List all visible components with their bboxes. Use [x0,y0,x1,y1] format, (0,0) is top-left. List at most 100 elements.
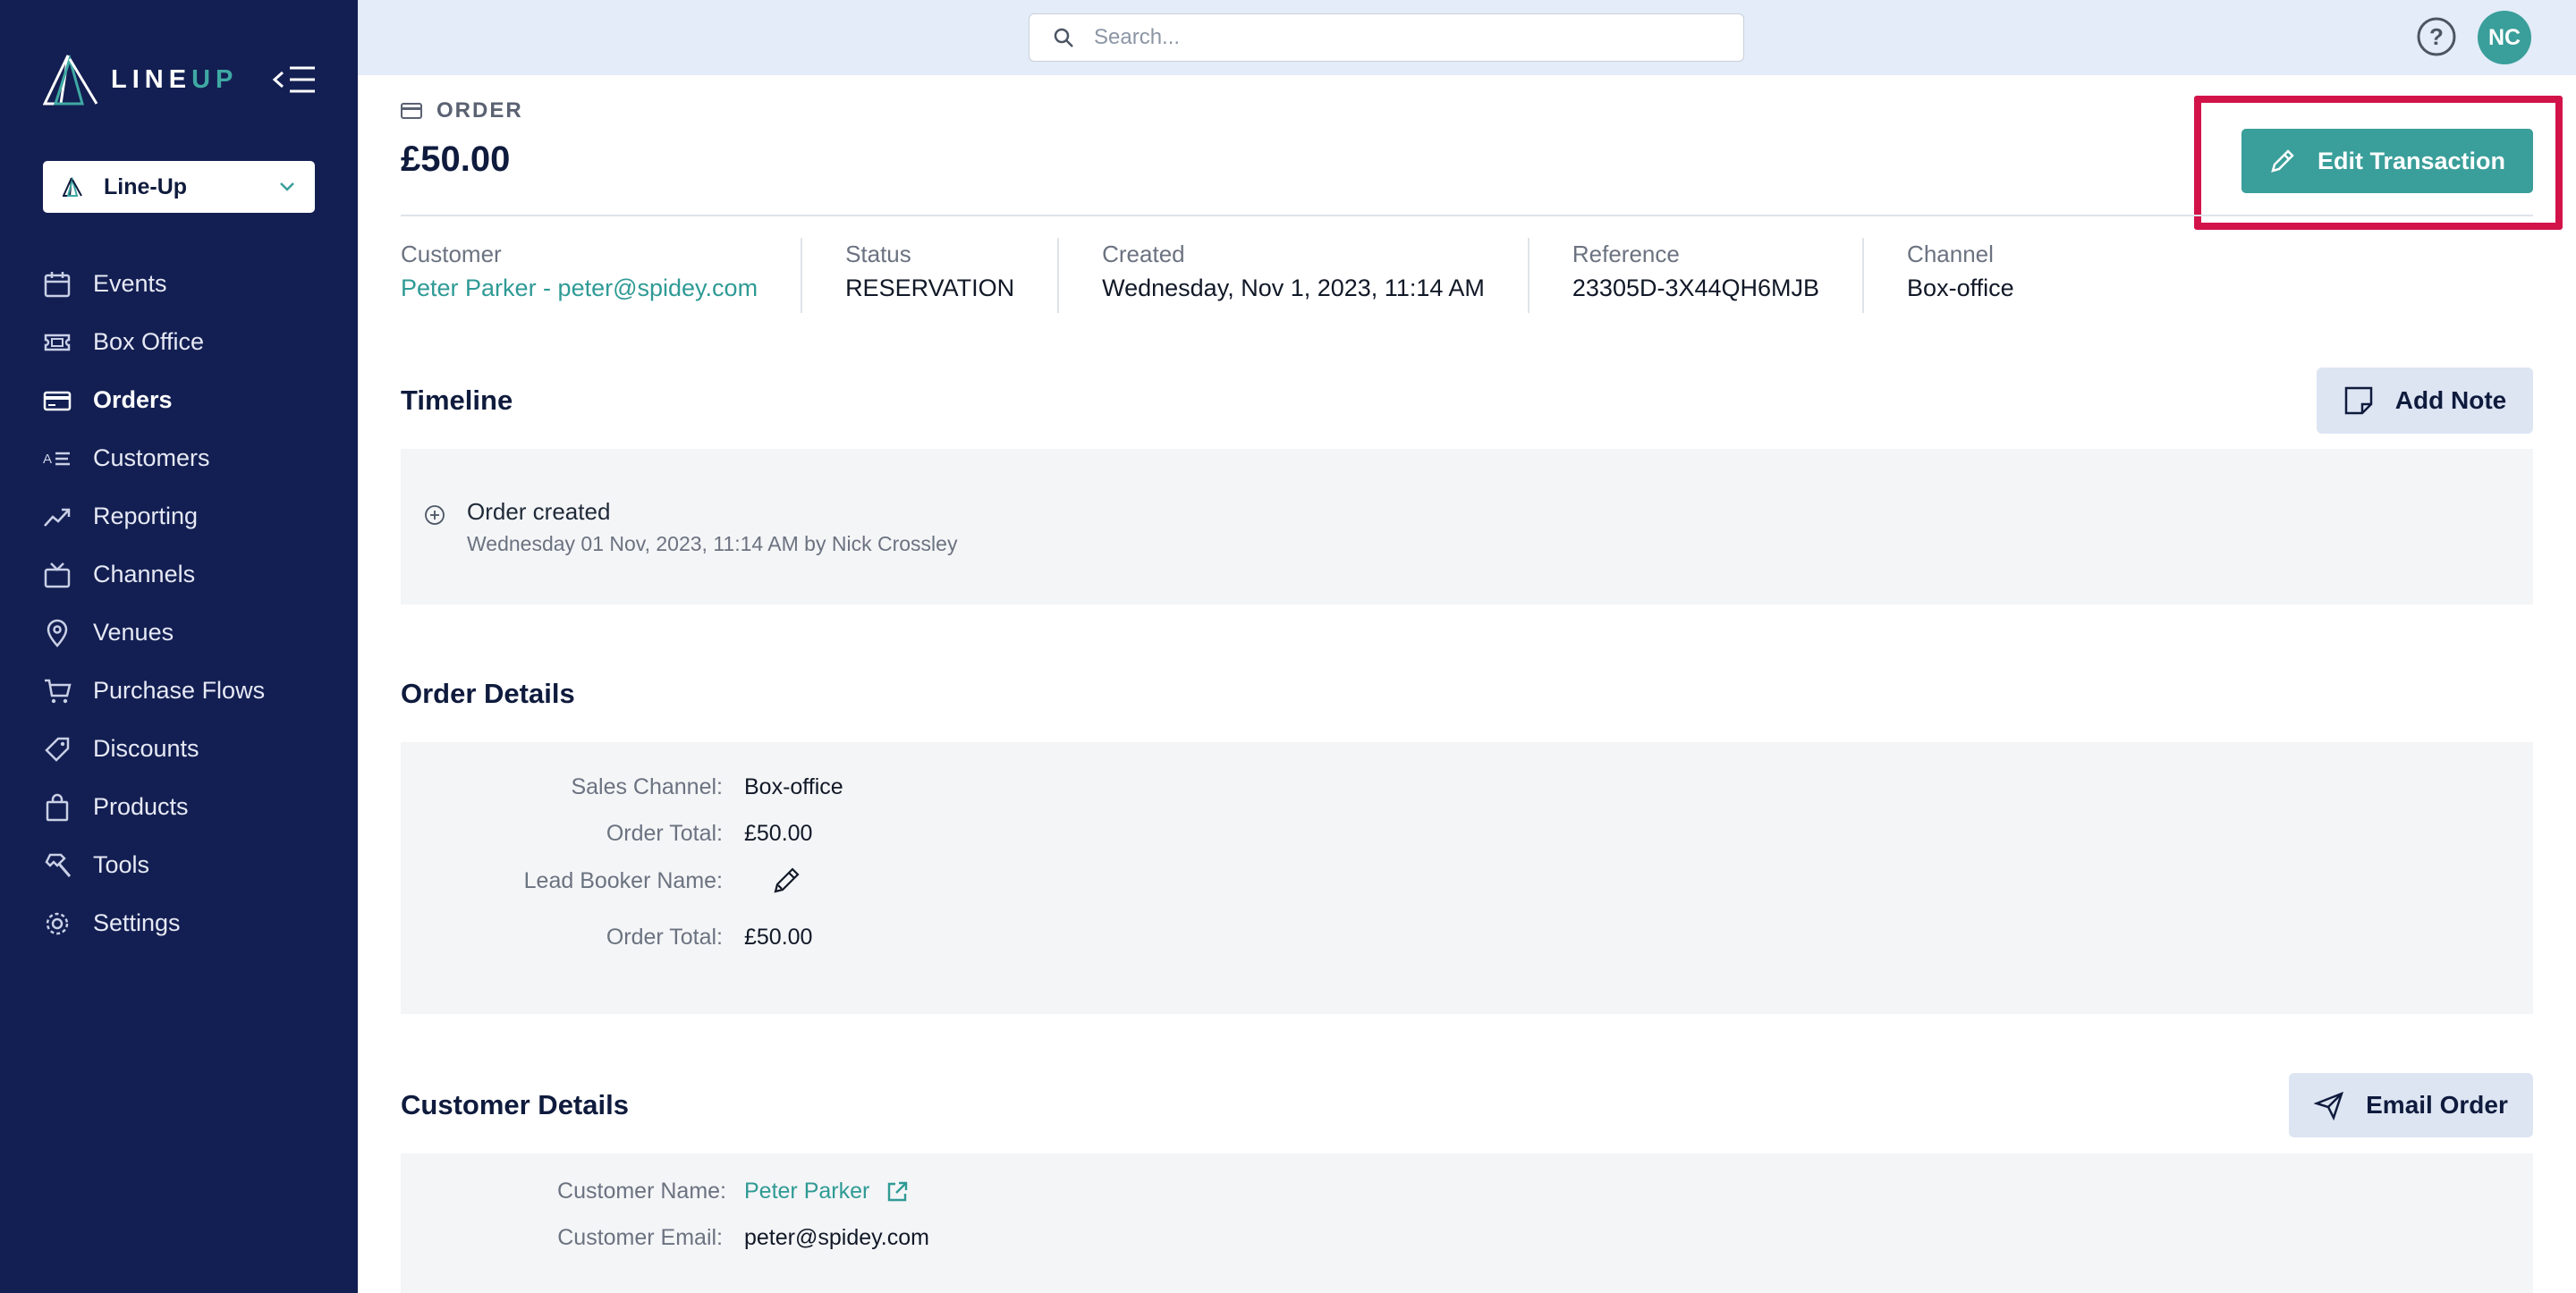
meta-reference: Reference 23305D-3X44QH6MJB [1527,238,1862,313]
meta-created-label: Created [1102,241,1185,267]
meta-reference-label: Reference [1572,241,1680,267]
edit-lead-booker-icon[interactable] [771,866,801,896]
order-amount: £50.00 [401,139,511,179]
order-meta: Customer Peter Parker - peter@spidey.com… [401,238,2057,313]
add-note-label: Add Note [2394,386,2507,414]
calendar-icon [44,271,71,297]
nav-item-reporting[interactable]: Reporting [43,487,338,545]
meta-status: Status RESERVATION [801,238,1057,313]
channel-value: Box-office [1907,275,2014,301]
search-box[interactable] [1029,13,1744,62]
meta-channel-label: Channel [1907,241,1994,267]
card-icon [401,103,422,119]
customer-name-link[interactable]: Peter Parker [744,1179,869,1204]
nav-item-events[interactable]: Events [43,255,338,313]
timeline-entry: Order created Wednesday 01 Nov, 2023, 11… [424,495,957,560]
nav-item-box-office[interactable]: Box Office [43,313,338,371]
nav-label-products: Products [93,793,189,820]
nav-item-settings[interactable]: Settings [43,894,338,952]
email-order-button[interactable]: Email Order [2289,1073,2533,1137]
nav-item-tools[interactable]: Tools [43,836,338,894]
brand-logo[interactable]: LINEUP [43,54,238,106]
ticket-icon [44,334,71,351]
contacts-icon: A [43,452,70,467]
tv-icon [44,562,71,587]
timeline-entry-title: Order created [467,498,611,525]
nav-item-orders[interactable]: Orders [43,371,338,429]
order-details-panel: Sales Channel: Box-office Order Total: £… [401,742,2533,1014]
customer-email-value: peter@spidey.com [744,1225,929,1250]
detail-value: £50.00 [744,821,813,846]
search-input[interactable] [1094,25,1702,50]
search-icon [1054,28,1073,47]
nav-item-purchase-flows[interactable]: Purchase Flows [43,662,338,720]
edit-transaction-button[interactable]: Edit Transaction [2241,129,2533,193]
nav-label-customers: Customers [93,444,210,471]
detail-label: Customer Email: [557,1225,723,1250]
nav-item-customers[interactable]: A Customers [43,429,338,487]
detail-row-lead-booker: Lead Booker Name: [401,866,801,896]
nav-label-orders: Orders [93,386,173,413]
nav-label-channels: Channels [93,561,196,587]
trend-icon [44,508,71,527]
nav-label-purchase-flows: Purchase Flows [93,677,266,704]
customer-details-panel: Customer Name: Peter Parker Customer Ema… [401,1154,2533,1293]
pencil-icon [2271,149,2294,173]
edit-transaction-label: Edit Transaction [2317,147,2506,174]
hammer-icon [45,853,72,877]
meta-created: Created Wednesday, Nov 1, 2023, 11:14 AM [1057,238,1528,313]
timeline-title: Timeline [401,385,513,416]
customer-link[interactable]: Peter Parker - peter@spidey.com [401,270,758,306]
nav-label-tools: Tools [93,851,150,878]
detail-row-sales-channel: Sales Channel: Box-office [401,774,843,800]
detail-label: Lead Booker Name: [523,867,723,893]
created-value: Wednesday, Nov 1, 2023, 11:14 AM [1102,275,1485,301]
gear-icon [46,912,69,934]
nav-label-box-office: Box Office [93,328,205,355]
order-label: ORDER [436,98,523,123]
detail-row-order-total: Order Total: £50.00 [401,821,813,847]
external-link-icon[interactable] [886,1180,909,1204]
plus-circle-icon [425,505,445,525]
nav-item-channels[interactable]: Channels [43,545,338,604]
svg-text:A: A [43,452,52,467]
meta-channel: Channel Box-office [1862,238,2057,313]
nav-label-events: Events [93,270,167,297]
nav-label-discounts: Discounts [93,735,199,762]
detail-row-order-total-2: Order Total: £50.00 [401,925,813,951]
add-note-button[interactable]: Add Note [2317,368,2533,434]
nav-item-discounts[interactable]: Discounts [43,720,338,778]
nav-label-reporting: Reporting [93,503,199,529]
timeline-entry-subtitle: Wednesday 01 Nov, 2023, 11:14 AM by Nick… [467,532,958,555]
collapse-sidebar-icon[interactable] [272,64,317,95]
sidebar: LINEUP Line-Up Events Box Office Orders [0,0,358,1293]
detail-label: Sales Channel: [571,774,723,799]
customer-details-title: Customer Details [401,1089,629,1120]
detail-value: Box-office [744,774,843,799]
status-value: RESERVATION [845,275,1015,301]
bag-icon [46,793,69,821]
detail-row-customer-name: Customer Name: Peter Parker [401,1179,909,1204]
detail-value: £50.00 [744,925,813,950]
detail-label: Order Total: [606,925,723,950]
nav-label-venues: Venues [93,619,174,646]
send-icon [2314,1091,2344,1120]
order-details-title: Order Details [401,678,575,709]
top-bar: ? NC [358,0,2576,75]
nav-item-venues[interactable]: Venues [43,604,338,662]
cart-icon [45,679,72,703]
brand-name: LINEUP [111,64,239,94]
nav-label-settings: Settings [93,909,181,936]
nav-item-products[interactable]: Products [43,778,338,836]
organization-select[interactable]: Line-Up [43,161,315,213]
email-order-label: Email Order [2366,1091,2508,1119]
divider [401,215,2533,216]
meta-status-label: Status [845,241,911,267]
card-icon [43,391,72,410]
tag-icon [45,737,70,762]
timeline-panel: Order created Wednesday 01 Nov, 2023, 11… [401,449,2533,604]
meta-customer: Customer Peter Parker - peter@spidey.com [401,238,801,313]
help-icon[interactable]: ? [2415,15,2458,58]
org-logo-icon [63,177,82,197]
user-avatar[interactable]: NC [2478,11,2531,64]
